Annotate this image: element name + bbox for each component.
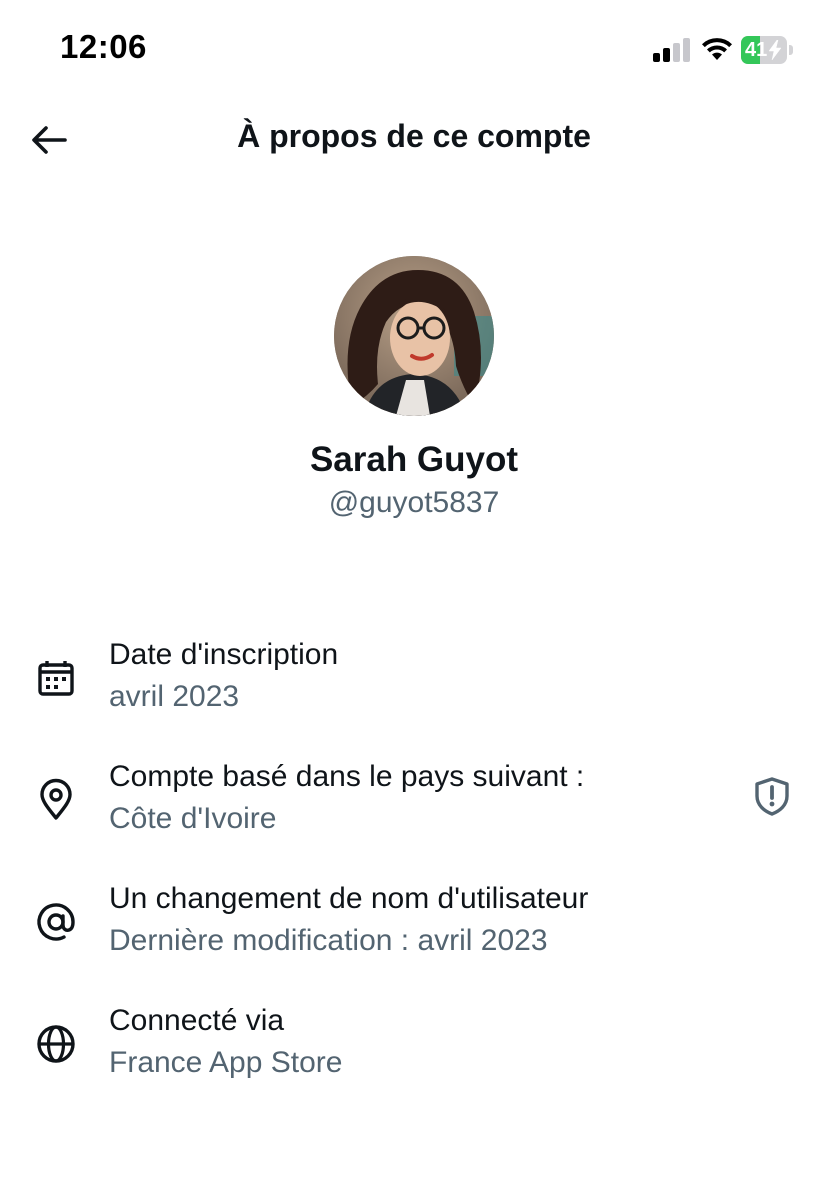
at-sign-icon bbox=[37, 903, 75, 941]
wifi-icon bbox=[702, 38, 732, 60]
battery-icon: 41 bbox=[741, 36, 793, 64]
info-item-join-date: Date d'inscription avril 2023 bbox=[0, 630, 828, 752]
info-value: Côte d'Ivoire bbox=[109, 802, 277, 835]
profile-handle: @guyot5837 bbox=[328, 486, 500, 519]
status-bar: 12:06 41 bbox=[0, 0, 828, 100]
avatar[interactable] bbox=[334, 256, 494, 416]
info-value: avril 2023 bbox=[109, 680, 240, 713]
info-title: Connecté via bbox=[109, 1004, 285, 1037]
profile-photo bbox=[334, 256, 494, 416]
page-title: À propos de ce compte bbox=[237, 118, 591, 154]
status-time: 12:06 bbox=[60, 28, 147, 65]
info-value: France App Store bbox=[109, 1046, 343, 1079]
globe-icon bbox=[37, 1025, 75, 1063]
location-pin-icon bbox=[40, 778, 72, 820]
account-info-list: Date d'inscription avril 2023 Compte bas… bbox=[0, 630, 828, 1118]
info-item-connected-via: Connecté via France App Store bbox=[0, 996, 828, 1118]
header: À propos de ce compte bbox=[0, 100, 828, 180]
profile-name: Sarah Guyot bbox=[309, 440, 519, 479]
cellular-signal-icon bbox=[653, 38, 690, 62]
info-title: Date d'inscription bbox=[109, 638, 339, 671]
info-title: Un changement de nom d'utilisateur bbox=[109, 882, 589, 915]
info-value: Dernière modification : avril 2023 bbox=[109, 924, 548, 957]
info-item-username-change: Un changement de nom d'utilisateur Derni… bbox=[0, 874, 828, 996]
info-item-country: Compte basé dans le pays suivant : Côte … bbox=[0, 752, 828, 874]
shield-alert-icon[interactable] bbox=[750, 774, 794, 818]
calendar-icon bbox=[38, 661, 74, 696]
charging-bolt-icon bbox=[768, 40, 782, 60]
info-title: Compte basé dans le pays suivant : bbox=[109, 760, 585, 793]
